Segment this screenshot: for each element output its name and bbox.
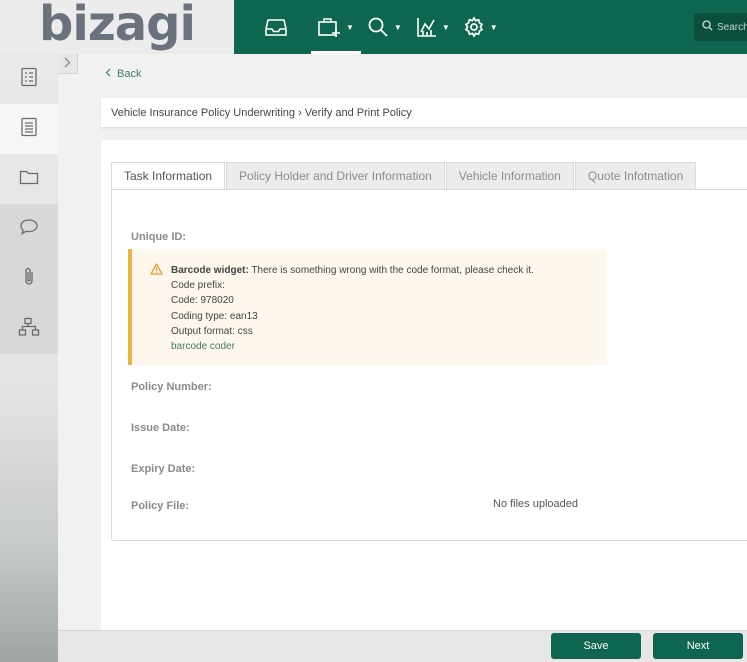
warning-icon (150, 263, 163, 280)
output-format-line: Output format: css (171, 325, 253, 337)
chevron-down-icon: ▼ (346, 22, 354, 32)
analytics-nav-button[interactable]: ▼ (409, 0, 457, 54)
barcode-warning: Barcode widget: There is something wrong… (128, 249, 607, 365)
chevron-down-icon: ▼ (489, 22, 498, 32)
top-header: bizagi ▼ ▼ ▼ ▼ Search (0, 0, 747, 54)
logo[interactable]: bizagi (0, 0, 234, 54)
expiry-date-label: Expiry Date: (131, 463, 196, 475)
inbox-nav-button[interactable] (258, 0, 295, 54)
search-nav-button[interactable]: ▼ (361, 0, 409, 54)
search-input[interactable]: Search (694, 13, 747, 41)
unique-id-label: Unique ID: (131, 231, 186, 243)
tab-content (111, 189, 747, 541)
breadcrumb: Vehicle Insurance Policy Underwriting › … (101, 98, 747, 128)
search-placeholder: Search (717, 21, 747, 33)
new-case-nav-button[interactable]: ▼ (311, 0, 361, 54)
tab-quote-information[interactable]: Quote Infotmation (574, 162, 697, 190)
warning-message: Barcode widget: There is something wrong… (149, 263, 607, 278)
settings-nav-button[interactable]: ▼ (457, 0, 505, 54)
search-icon (702, 18, 713, 36)
sidebar-item-comments[interactable] (0, 204, 58, 254)
comment-icon (19, 218, 39, 241)
chevron-left-icon (105, 68, 111, 80)
tab-policy-holder[interactable]: Policy Holder and Driver Information (226, 162, 445, 190)
back-label: Back (117, 68, 142, 80)
form-icon (20, 67, 38, 92)
breadcrumb-text: Vehicle Insurance Policy Underwriting › … (111, 106, 412, 119)
folder-icon (19, 168, 39, 191)
policy-number-label: Policy Number: (131, 381, 212, 393)
sidebar-edge (58, 74, 78, 634)
save-button[interactable]: Save (551, 633, 641, 659)
coding-type-line: Coding type: ean13 (171, 310, 258, 322)
policy-file-label: Policy File: (131, 500, 190, 512)
chevron-down-icon: ▼ (393, 22, 402, 32)
code-prefix-line: Code prefix: (171, 280, 225, 292)
workflow-icon (18, 317, 40, 342)
sidebar-item-workflow[interactable] (0, 304, 58, 354)
back-link[interactable]: Back (105, 68, 141, 80)
tab-task-information[interactable]: Task Information (111, 162, 226, 190)
no-files-text: No files uploaded (493, 498, 579, 510)
analytics-icon (415, 16, 437, 38)
chevron-down-icon: ▼ (441, 22, 450, 32)
next-button[interactable]: Next (653, 633, 743, 659)
left-sidebar (0, 54, 58, 662)
sidebar-item-attachments[interactable] (0, 254, 58, 304)
warning-text: There is something wrong with the code f… (248, 265, 534, 276)
inbox-icon (264, 17, 288, 37)
gear-icon (463, 16, 485, 38)
new-case-icon (317, 16, 341, 38)
footer-bar (58, 630, 747, 662)
code-line: Code: 978020 (171, 295, 234, 307)
warning-title: Barcode widget: (171, 265, 249, 276)
logo-text: bizagi (39, 0, 196, 52)
tab-bar: Task Information Policy Holder and Drive… (111, 162, 697, 190)
sidebar-group (0, 204, 58, 354)
attachment-icon (21, 266, 37, 293)
sidebar-item-folder[interactable] (0, 154, 58, 204)
document-icon (20, 117, 38, 142)
issue-date-label: Issue Date: (131, 422, 190, 434)
sidebar-item-form[interactable] (0, 54, 58, 104)
warning-details: Code prefix: Code: 978020 Coding type: e… (149, 278, 607, 354)
tab-vehicle-information[interactable]: Vehicle Information (445, 162, 574, 190)
main-nav: ▼ ▼ ▼ ▼ (258, 0, 505, 54)
collapse-sidebar-button[interactable] (58, 54, 78, 74)
search-icon (367, 16, 389, 38)
barcode-coder-link[interactable]: barcode coder (171, 339, 607, 354)
sidebar-item-document[interactable] (0, 104, 58, 154)
chevron-right-icon (64, 57, 71, 71)
